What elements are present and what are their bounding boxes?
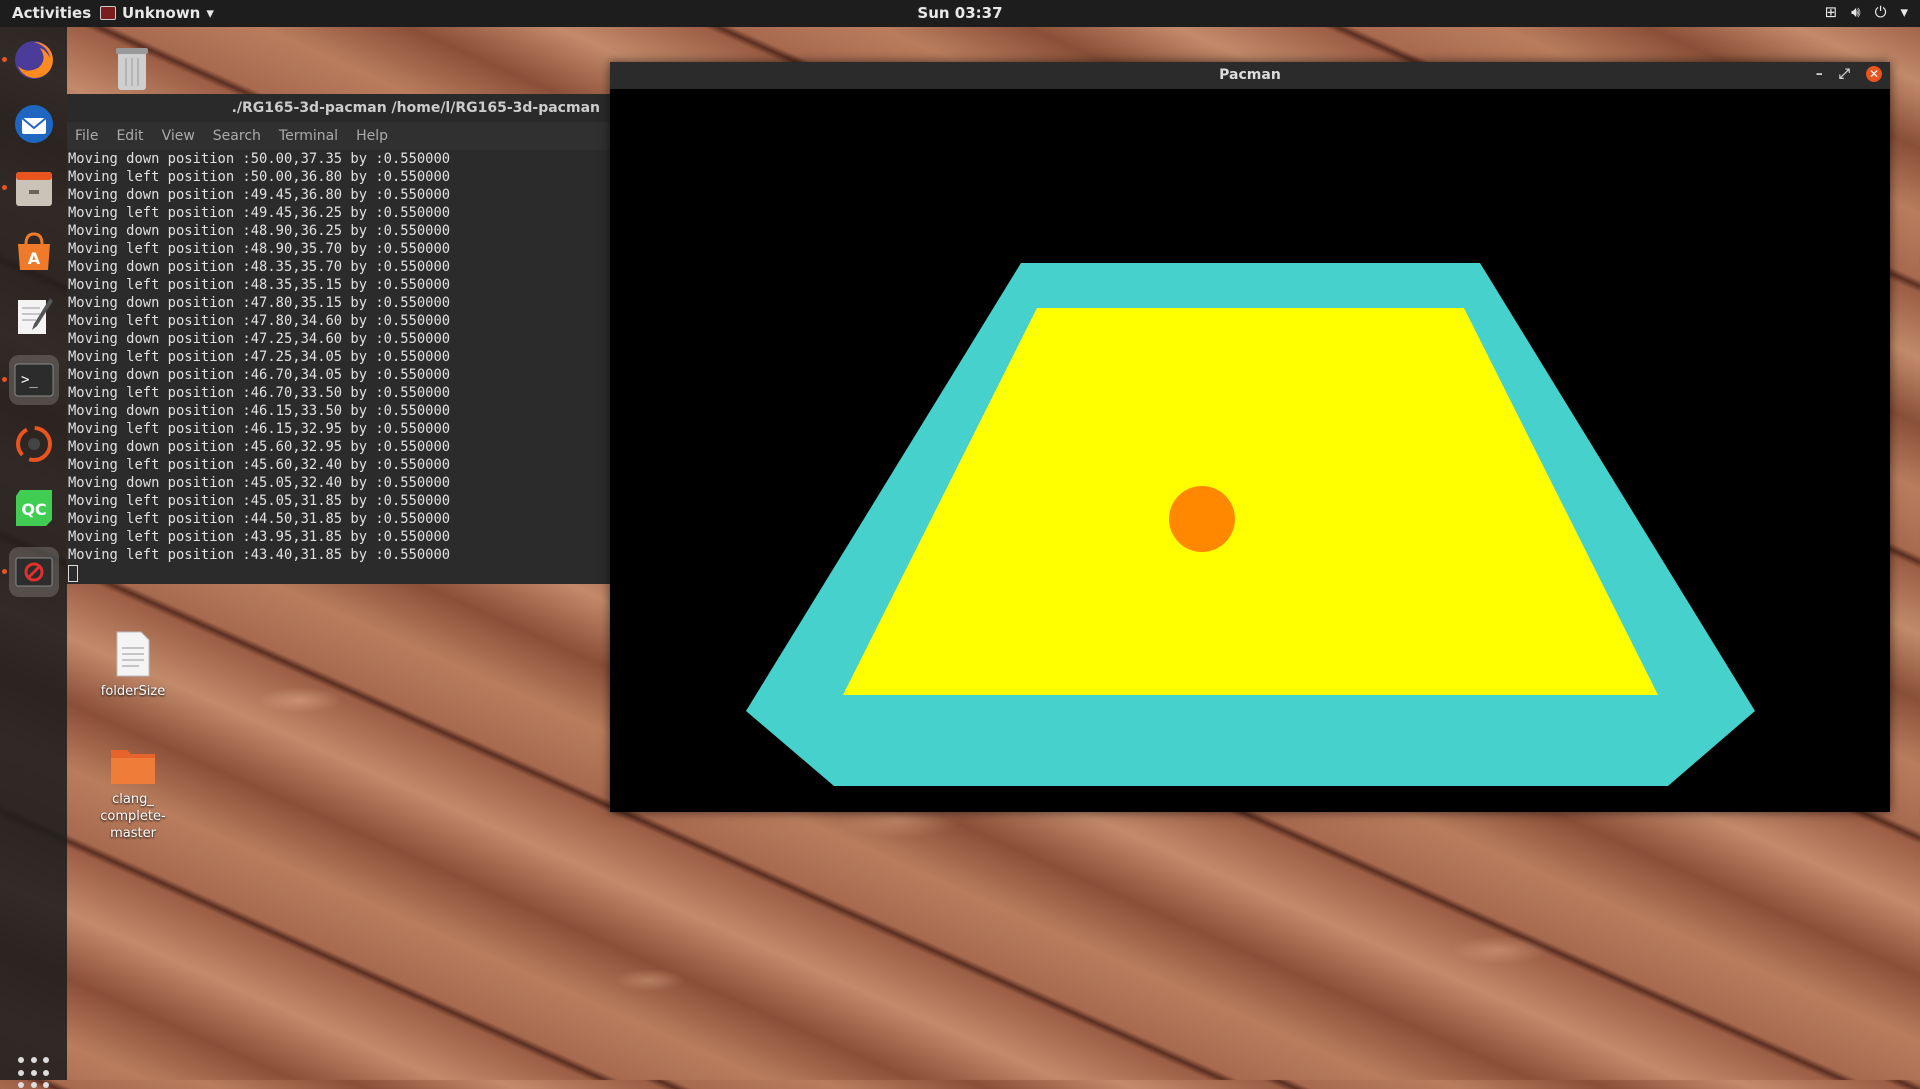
menu-file[interactable]: File <box>75 128 98 144</box>
minimize-icon[interactable]: – <box>1816 66 1823 82</box>
terminal-line: Moving left position :43.40,31.85 by :0.… <box>68 547 451 563</box>
close-icon[interactable]: ✕ <box>1866 66 1882 82</box>
clock[interactable]: Sun 03:37 <box>0 4 1920 22</box>
terminal-window[interactable]: ./RG165-3d-pacman /home/l/RG165-3d-pacma… <box>67 94 611 584</box>
chevron-down-icon[interactable]: ▾ <box>1900 3 1908 21</box>
show-applications-icon[interactable] <box>18 1057 50 1089</box>
pacman-title: Pacman <box>1219 67 1281 83</box>
terminal-titlebar[interactable]: ./RG165-3d-pacman /home/l/RG165-3d-pacma… <box>67 94 610 122</box>
pacman-titlebar[interactable]: Pacman – ⤢ ✕ <box>610 62 1890 89</box>
system-tray[interactable]: ⊞ 🔊︎ ⏻ ▾ <box>1825 3 1908 21</box>
terminal-output[interactable]: Moving down position :50.00,37.35 by :0.… <box>67 150 611 584</box>
running-indicator <box>2 569 7 574</box>
text-file-icon <box>116 631 150 677</box>
running-indicator <box>2 377 7 382</box>
terminal-line: Moving down position :45.60,32.95 by :0.… <box>68 439 451 455</box>
terminal-line: Moving left position :44.50,31.85 by :0.… <box>68 511 451 527</box>
terminal-cursor <box>68 565 78 582</box>
terminal-line: Moving down position :47.80,35.15 by :0.… <box>68 295 451 311</box>
menu-help[interactable]: Help <box>356 128 388 144</box>
terminal-line: Moving left position :49.45,36.25 by :0.… <box>68 205 451 221</box>
terminal-icon[interactable]: >_ <box>9 355 59 405</box>
terminal-menubar: File Edit View Search Terminal Help <box>67 122 610 150</box>
software-center-icon[interactable]: A <box>9 227 59 277</box>
terminal-line: Moving left position :47.80,34.60 by :0.… <box>68 313 451 329</box>
thunderbird-icon[interactable] <box>9 99 59 149</box>
svg-text:>_: >_ <box>21 372 38 388</box>
volume-icon[interactable]: 🔊︎ <box>1851 3 1860 21</box>
trash-icon[interactable] <box>87 44 177 97</box>
terminal-line: Moving left position :48.90,35.70 by :0.… <box>68 241 451 257</box>
terminal-line: Moving left position :45.05,31.85 by :0.… <box>68 493 451 509</box>
pacman-app-icon[interactable] <box>9 547 59 597</box>
maximize-icon[interactable]: ⤢ <box>1839 66 1850 82</box>
desktop-file-foldersize[interactable]: folderSize <box>88 630 178 700</box>
dock: A >_ QC <box>0 27 67 1089</box>
window-controls: – ⤢ ✕ <box>1816 66 1882 82</box>
qt-creator-icon[interactable]: QC <box>9 483 59 533</box>
firefox-icon[interactable] <box>9 35 59 85</box>
terminal-line: Moving left position :45.60,32.40 by :0.… <box>68 457 451 473</box>
running-indicator <box>2 185 7 190</box>
terminal-line: Moving left position :48.35,35.15 by :0.… <box>68 277 451 293</box>
menu-view[interactable]: View <box>162 128 195 144</box>
pacman-player <box>1169 486 1235 552</box>
terminal-line: Moving left position :47.25,34.05 by :0.… <box>68 349 451 365</box>
menu-edit[interactable]: Edit <box>116 128 143 144</box>
svg-text:QC: QC <box>21 500 46 519</box>
terminal-line: Moving left position :43.95,31.85 by :0.… <box>68 529 451 545</box>
terminal-line: Moving down position :46.70,34.05 by :0.… <box>68 367 451 383</box>
pacman-window[interactable]: Pacman – ⤢ ✕ <box>610 62 1890 812</box>
svg-text:A: A <box>28 249 41 268</box>
running-indicator <box>2 57 7 62</box>
game-canvas[interactable] <box>610 89 1890 812</box>
terminal-line: Moving down position :47.25,34.60 by :0.… <box>68 331 451 347</box>
terminal-line: Moving left position :50.00,36.80 by :0.… <box>68 169 451 185</box>
terminal-line: Moving down position :48.35,35.70 by :0.… <box>68 259 451 275</box>
desktop-icon-label: clang_ complete- master <box>100 792 166 841</box>
network-icon[interactable]: ⊞ <box>1825 3 1838 21</box>
menu-search[interactable]: Search <box>213 128 261 144</box>
terminal-line: Moving down position :48.90,36.25 by :0.… <box>68 223 451 239</box>
ubuntu-update-icon[interactable] <box>9 419 59 469</box>
terminal-line: Moving down position :46.15,33.50 by :0.… <box>68 403 451 419</box>
terminal-line: Moving left position :46.15,32.95 by :0.… <box>68 421 451 437</box>
terminal-title: ./RG165-3d-pacman /home/l/RG165-3d-pacma… <box>231 100 600 116</box>
menu-terminal[interactable]: Terminal <box>279 128 338 144</box>
terminal-line: Moving down position :45.05,32.40 by :0.… <box>68 475 451 491</box>
desktop-icon-label: folderSize <box>100 684 166 699</box>
files-icon[interactable] <box>9 163 59 213</box>
folder-icon <box>111 750 155 784</box>
terminal-line: Moving left position :46.70,33.50 by :0.… <box>68 385 451 401</box>
terminal-line: Moving down position :50.00,37.35 by :0.… <box>68 151 451 167</box>
power-icon[interactable]: ⏻ <box>1875 3 1887 21</box>
terminal-line: Moving down position :49.45,36.80 by :0.… <box>68 187 451 203</box>
top-bar: Activities Unknown ▾ Sun 03:37 ⊞ 🔊︎ ⏻ ▾ <box>0 0 1920 27</box>
text-editor-icon[interactable] <box>9 291 59 341</box>
desktop-folder-clang[interactable]: clang_ complete- master <box>88 727 178 859</box>
